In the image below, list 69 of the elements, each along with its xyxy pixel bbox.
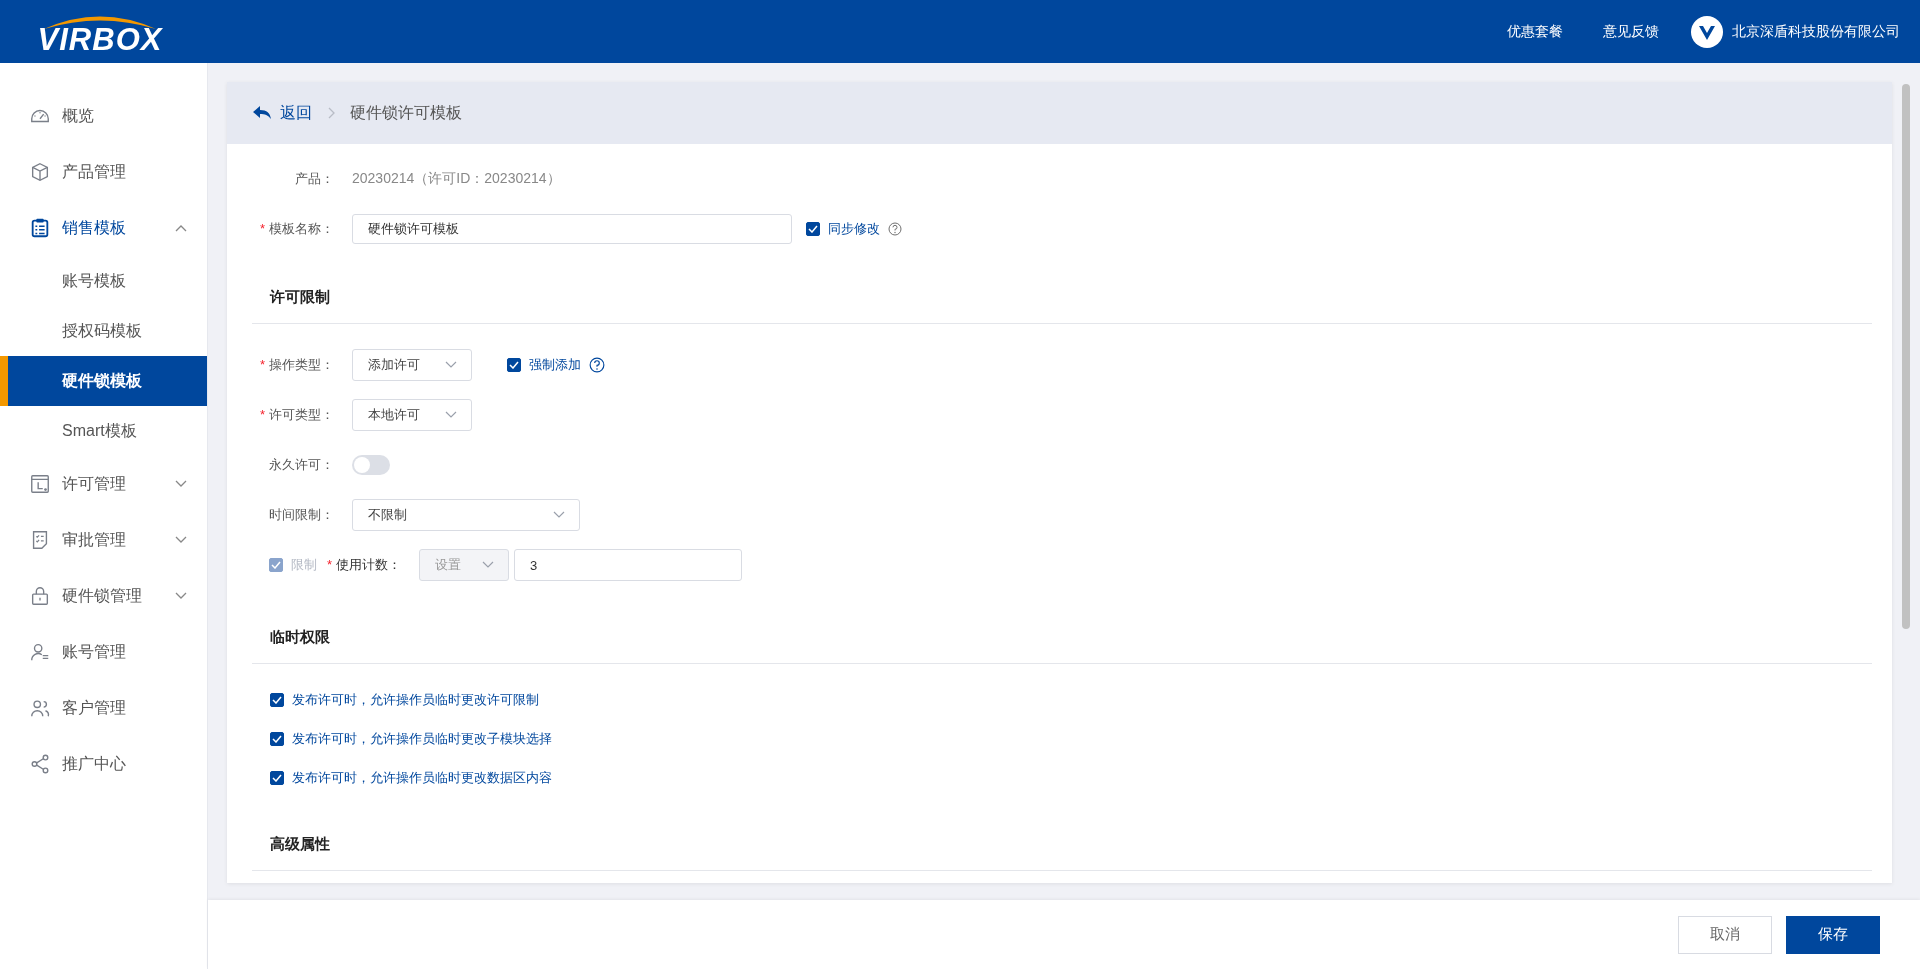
select-field[interactable]: 添加许可 — [352, 349, 472, 381]
checkbox[interactable] — [507, 358, 521, 372]
select-field[interactable]: 本地许可 — [352, 399, 472, 431]
checkbox-label: 发布许可时，允许操作员临时更改数据区内容 — [292, 768, 552, 787]
sidebar-item[interactable]: 账号管理 — [0, 624, 207, 680]
company-logo-icon — [1691, 15, 1723, 48]
logo[interactable]: VIRBOX — [24, 13, 176, 56]
chevron-down-icon — [482, 561, 495, 569]
field-label: 永久许可： — [268, 456, 334, 474]
checkbox-label: 强制添加 — [529, 356, 581, 374]
sidebar-item[interactable]: 销售模板 — [0, 200, 207, 256]
caret-icon — [175, 592, 187, 600]
header-link[interactable]: 优惠套餐 — [1507, 22, 1563, 41]
sidebar-item[interactable]: 硬件锁管理 — [0, 568, 207, 624]
field-label: * 许可类型： — [258, 406, 334, 424]
license-window-icon — [29, 473, 51, 495]
help-icon[interactable] — [589, 357, 605, 373]
cube-icon — [29, 161, 51, 183]
padlock-icon — [29, 585, 51, 607]
chevron-down-icon — [445, 361, 457, 369]
people-icon — [29, 697, 51, 719]
field-label: * 操作类型： — [258, 356, 334, 374]
caret-icon — [175, 224, 187, 232]
checkbox-label: 限制 — [291, 556, 317, 574]
checkbox-label: 同步修改 — [828, 220, 880, 238]
user-list-icon — [29, 641, 51, 663]
section-title: 高级属性 — [252, 801, 1872, 871]
company-name[interactable]: 北京深盾科技股份有限公司 — [1732, 22, 1900, 41]
chevron-icon — [328, 107, 336, 119]
caret-icon — [175, 480, 187, 488]
checkbox[interactable] — [270, 731, 284, 746]
clipboard-list-icon — [29, 217, 51, 239]
caret-icon — [175, 536, 187, 544]
checkbox[interactable] — [806, 222, 820, 236]
field-label: 产品： — [294, 170, 334, 188]
template-name-field[interactable]: 硬件锁许可模板 — [352, 214, 792, 244]
checkbox-label: 发布许可时，允许操作员临时更改许可限制 — [292, 690, 539, 709]
sidebar-item[interactable]: 许可管理 — [0, 456, 207, 512]
sidebar-subitem[interactable]: 授权码模板 — [0, 306, 207, 356]
chevron-down-icon — [553, 511, 565, 519]
select-field[interactable]: 不限制 — [352, 499, 580, 531]
sidebar-item[interactable]: 审批管理 — [0, 512, 207, 568]
share-icon — [29, 753, 51, 775]
sidebar-subitem[interactable]: 硬件锁模板 — [0, 356, 207, 406]
checkbox-label: 发布许可时，允许操作员临时更改子模块选择 — [292, 729, 552, 748]
sidebar-item[interactable]: 推广中心 — [0, 736, 207, 792]
back-arrow-icon — [252, 105, 272, 121]
field-label: * 使用计数： — [327, 556, 402, 574]
checkbox[interactable] — [270, 770, 284, 785]
toggle-switch[interactable] — [352, 455, 390, 475]
sidebar-subitem[interactable]: 账号模板 — [0, 256, 207, 306]
field-label: 时间限制： — [268, 506, 334, 524]
count-field[interactable]: 3 — [514, 549, 743, 581]
chevron-down-icon — [445, 411, 457, 419]
save-button[interactable]: 保存 — [1786, 915, 1880, 954]
field-label: * 模板名称： — [258, 220, 334, 238]
sidebar-item[interactable]: 客户管理 — [0, 680, 207, 736]
scrollbar-thumb[interactable] — [1902, 84, 1910, 629]
section-title: 临时权限 — [252, 594, 1872, 664]
section-title: 许可限制 — [252, 254, 1872, 324]
checkbox[interactable] — [270, 692, 284, 707]
sidebar-item[interactable]: 概览 — [0, 88, 207, 144]
back-link[interactable]: 返回 — [252, 102, 312, 124]
cancel-button[interactable]: 取消 — [1678, 915, 1772, 954]
sidebar-subitem[interactable]: Smart模板 — [0, 406, 207, 456]
page-title: 硬件锁许可模板 — [350, 102, 462, 123]
header-link[interactable]: 意见反馈 — [1603, 22, 1659, 41]
product-value: 20230214（许可ID：20230214） — [352, 170, 561, 188]
sidebar-item[interactable]: 产品管理 — [0, 144, 207, 200]
